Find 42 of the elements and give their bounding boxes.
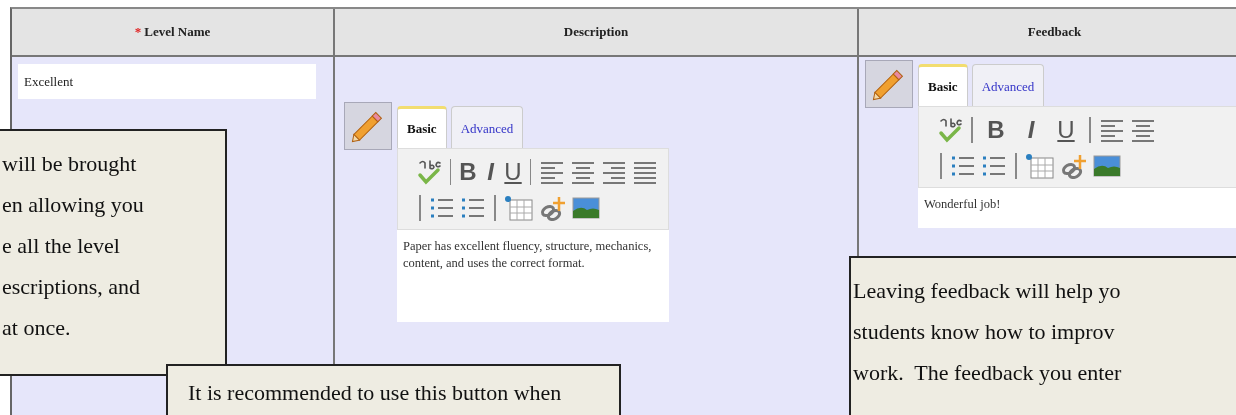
callout-text: Leaving feedback will help yo bbox=[853, 277, 1122, 305]
image-icon[interactable] bbox=[572, 195, 600, 221]
link-icon[interactable] bbox=[539, 195, 567, 221]
callout-text: It is recommended to use this button when bbox=[188, 379, 563, 407]
column-label: Description bbox=[563, 24, 629, 40]
editor-tab[interactable]: Basic bbox=[918, 64, 968, 106]
column-label: Feedback bbox=[1027, 24, 1082, 40]
underline-button[interactable]: U bbox=[1051, 116, 1081, 144]
editor-tab[interactable]: Advanced bbox=[971, 64, 1045, 106]
bold-button[interactable]: B bbox=[981, 116, 1011, 144]
spellcheck-icon[interactable] bbox=[416, 159, 442, 185]
insert-table-icon[interactable] bbox=[504, 195, 534, 221]
editor-text-area[interactable]: Wonderful job! bbox=[918, 188, 1236, 228]
callout-text: will be brought bbox=[2, 150, 138, 178]
italic-button[interactable]: I bbox=[481, 158, 500, 186]
pencil-icon[interactable] bbox=[344, 102, 392, 150]
link-icon[interactable] bbox=[1060, 153, 1088, 179]
italic-button[interactable]: I bbox=[1016, 116, 1046, 144]
column-label: Level Name bbox=[144, 24, 211, 40]
align-left-icon[interactable] bbox=[539, 159, 565, 185]
callout-text: escriptions, and bbox=[2, 273, 142, 301]
editor-text-area[interactable]: Paper has excellent fluency, structure, mechanics, content, and uses the correct format. bbox=[397, 230, 669, 322]
spellcheck-icon[interactable] bbox=[937, 117, 963, 143]
bold-button[interactable]: B bbox=[459, 158, 477, 186]
pencil-icon[interactable] bbox=[865, 60, 913, 108]
editor-tab[interactable]: Basic bbox=[397, 106, 447, 148]
callout-text: en allowing you bbox=[2, 191, 145, 219]
justify-icon[interactable] bbox=[632, 159, 658, 185]
editor-tab[interactable]: Advanced bbox=[450, 106, 524, 148]
underline-button[interactable]: U bbox=[504, 158, 522, 186]
callout-text: work. The feedback you enter bbox=[853, 359, 1123, 387]
align-center-icon[interactable] bbox=[1130, 117, 1156, 143]
image-icon[interactable] bbox=[1093, 153, 1121, 179]
insert-table-icon[interactable] bbox=[1025, 153, 1055, 179]
callout-text: students know how to improv bbox=[853, 318, 1116, 346]
level-name-field[interactable]: Excellent bbox=[18, 64, 316, 99]
callout-text: at once. bbox=[2, 314, 72, 342]
required-mark: * bbox=[134, 24, 142, 40]
align-right-icon[interactable] bbox=[601, 159, 627, 185]
align-center-icon[interactable] bbox=[570, 159, 596, 185]
align-left-icon[interactable] bbox=[1099, 117, 1125, 143]
callout-text: e all the level bbox=[2, 232, 121, 260]
